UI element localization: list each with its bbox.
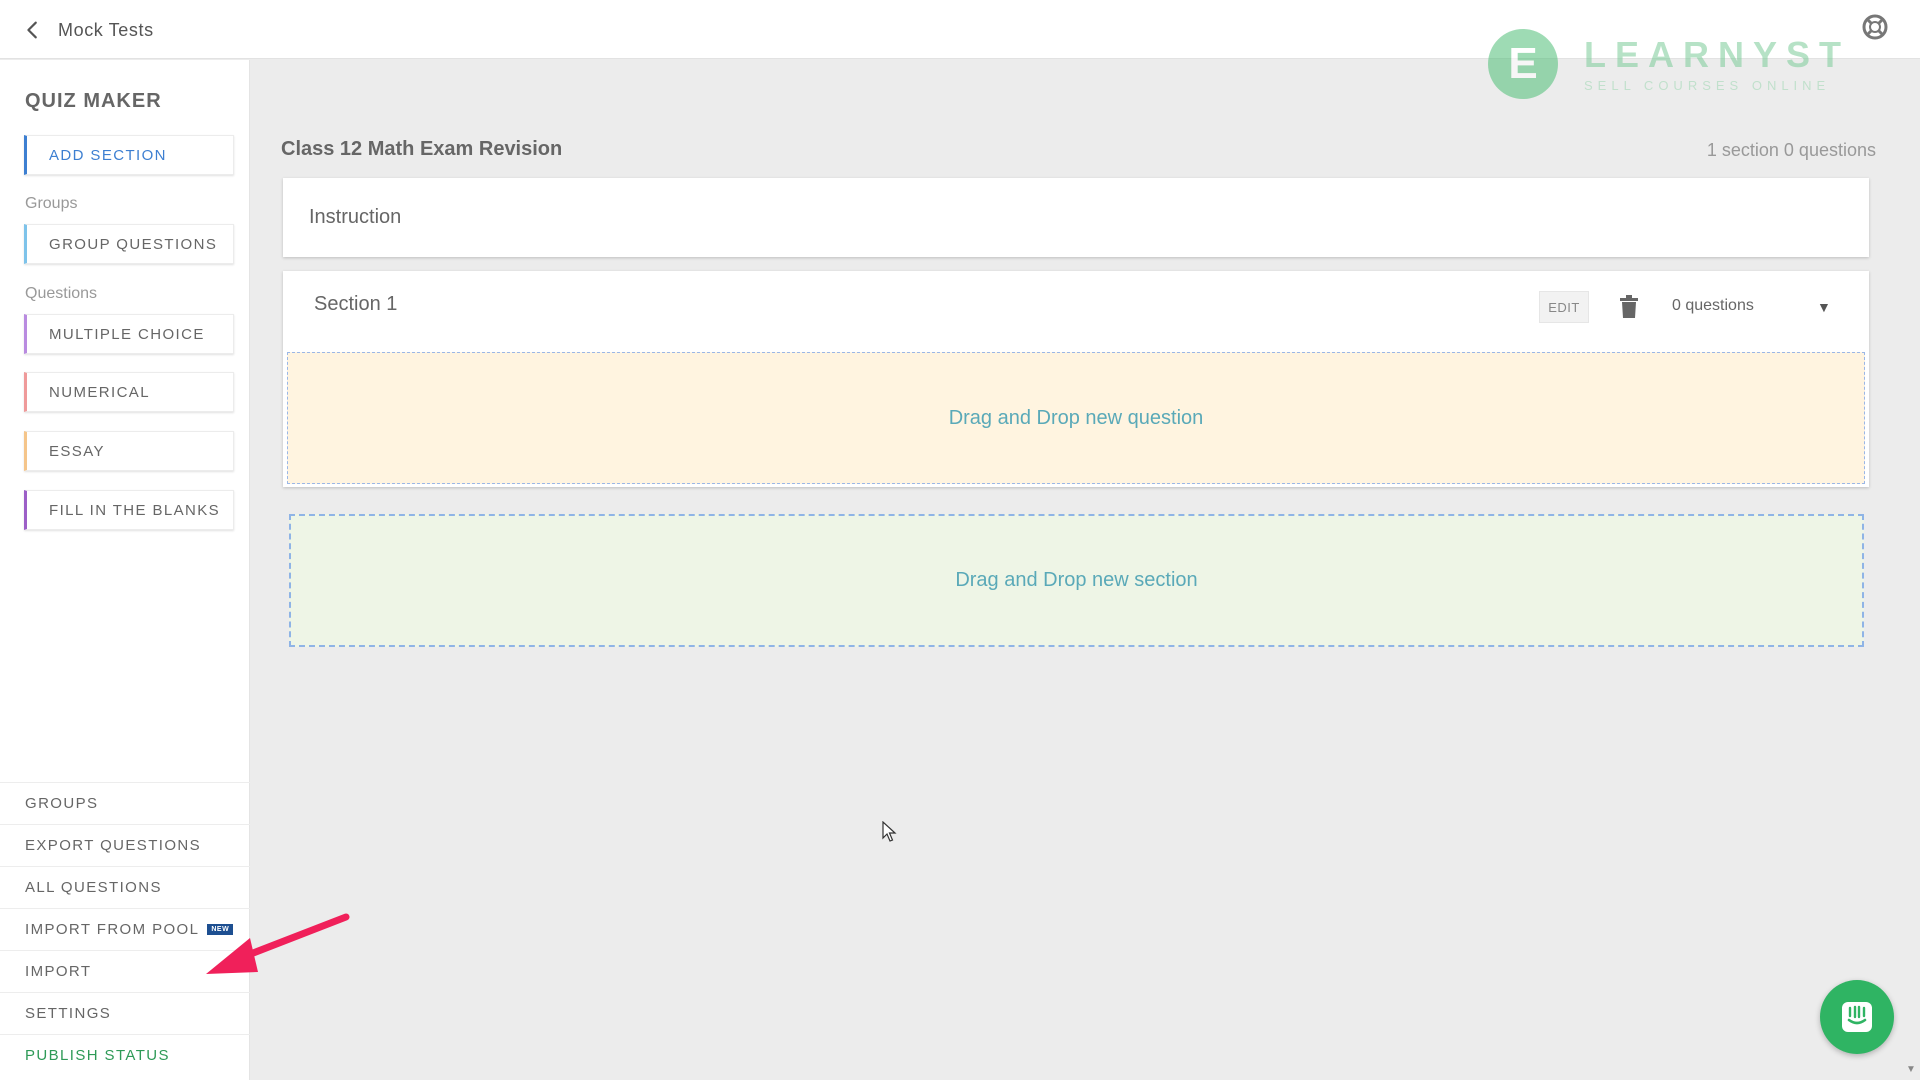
section-title: Section 1 bbox=[314, 293, 398, 315]
groups-label: Groups bbox=[25, 195, 78, 212]
edit-section-button[interactable]: EDIT bbox=[1539, 291, 1589, 323]
menu-item-export-questions[interactable]: EXPORT QUESTIONS bbox=[0, 824, 250, 866]
menu-item-label: EXPORT QUESTIONS bbox=[25, 837, 202, 854]
brand-logo-mark: E bbox=[1488, 29, 1558, 99]
questions-label: Questions bbox=[25, 285, 98, 302]
brand-logo: E LEARNYST SELL COURSES ONLINE bbox=[1488, 28, 1850, 100]
quiz-title: Class 12 Math Exam Revision bbox=[281, 138, 563, 160]
back-label: Mock Tests bbox=[58, 19, 154, 40]
group-questions-button[interactable]: GROUP QUESTIONS bbox=[24, 224, 234, 264]
brand-name: LEARNYST bbox=[1584, 33, 1851, 75]
menu-item-label: PUBLISH STATUS bbox=[25, 1047, 170, 1064]
chat-icon bbox=[1842, 1002, 1872, 1032]
mouse-cursor-icon bbox=[882, 821, 897, 842]
menu-item-label: ALL QUESTIONS bbox=[25, 879, 162, 896]
annotation-arrow-icon bbox=[206, 913, 350, 974]
chat-support-button[interactable] bbox=[1820, 980, 1894, 1054]
section-drop-zone[interactable]: Drag and Drop new section bbox=[289, 514, 1864, 647]
menu-item-label: IMPORT FROM POOL bbox=[25, 921, 200, 938]
menu-item-label: SETTINGS bbox=[25, 1005, 112, 1022]
section-card: Section 1 EDIT 0 questions ▼ Drag and Dr… bbox=[283, 271, 1869, 487]
menu-item-publish-status[interactable]: PUBLISH STATUS bbox=[0, 1034, 250, 1076]
add-section-button[interactable]: ADD SECTION bbox=[24, 135, 234, 175]
menu-item-settings[interactable]: SETTINGS bbox=[0, 992, 250, 1034]
menu-item-all-questions[interactable]: ALL QUESTIONS bbox=[0, 866, 250, 908]
fill-in-the-blanks-button[interactable]: FILL IN THE BLANKS bbox=[24, 490, 234, 530]
menu-item-label: GROUPS bbox=[25, 795, 99, 812]
lifebuoy-help-icon[interactable] bbox=[1862, 14, 1888, 40]
question-drop-zone-label: Drag and Drop new question bbox=[948, 406, 1204, 429]
quiz-summary: 1 section 0 questions bbox=[1706, 140, 1876, 160]
trash-icon[interactable] bbox=[1619, 295, 1639, 319]
instruction-card[interactable]: Instruction bbox=[283, 178, 1869, 257]
menu-item-groups[interactable]: GROUPS bbox=[0, 782, 250, 824]
section-drop-zone-label: Drag and Drop new section bbox=[955, 569, 1198, 591]
sidebar-title: QUIZ MAKER bbox=[25, 90, 162, 112]
brand-wordmark: LEARNYST SELL COURSES ONLINE bbox=[1584, 33, 1851, 93]
multiple-choice-button[interactable]: MULTIPLE CHOICE bbox=[24, 314, 234, 354]
chevron-left-icon bbox=[27, 21, 37, 39]
scroll-down-icon[interactable]: ▼ bbox=[1906, 1064, 1916, 1075]
section-question-count: 0 questions bbox=[1672, 297, 1754, 314]
numerical-button[interactable]: NUMERICAL bbox=[24, 372, 234, 412]
menu-item-label: IMPORT bbox=[25, 963, 92, 980]
brand-tagline: SELL COURSES ONLINE bbox=[1584, 77, 1831, 93]
essay-button[interactable]: ESSAY bbox=[24, 431, 234, 471]
brand-logo-letter: E bbox=[1508, 39, 1538, 88]
caret-down-icon[interactable]: ▼ bbox=[1817, 299, 1831, 315]
quiz-builder-canvas: Class 12 Math Exam Revision 1 section 0 … bbox=[251, 60, 1920, 1080]
back-link[interactable]: Mock Tests bbox=[22, 16, 154, 44]
question-drop-zone[interactable]: Drag and Drop new question bbox=[287, 352, 1865, 484]
